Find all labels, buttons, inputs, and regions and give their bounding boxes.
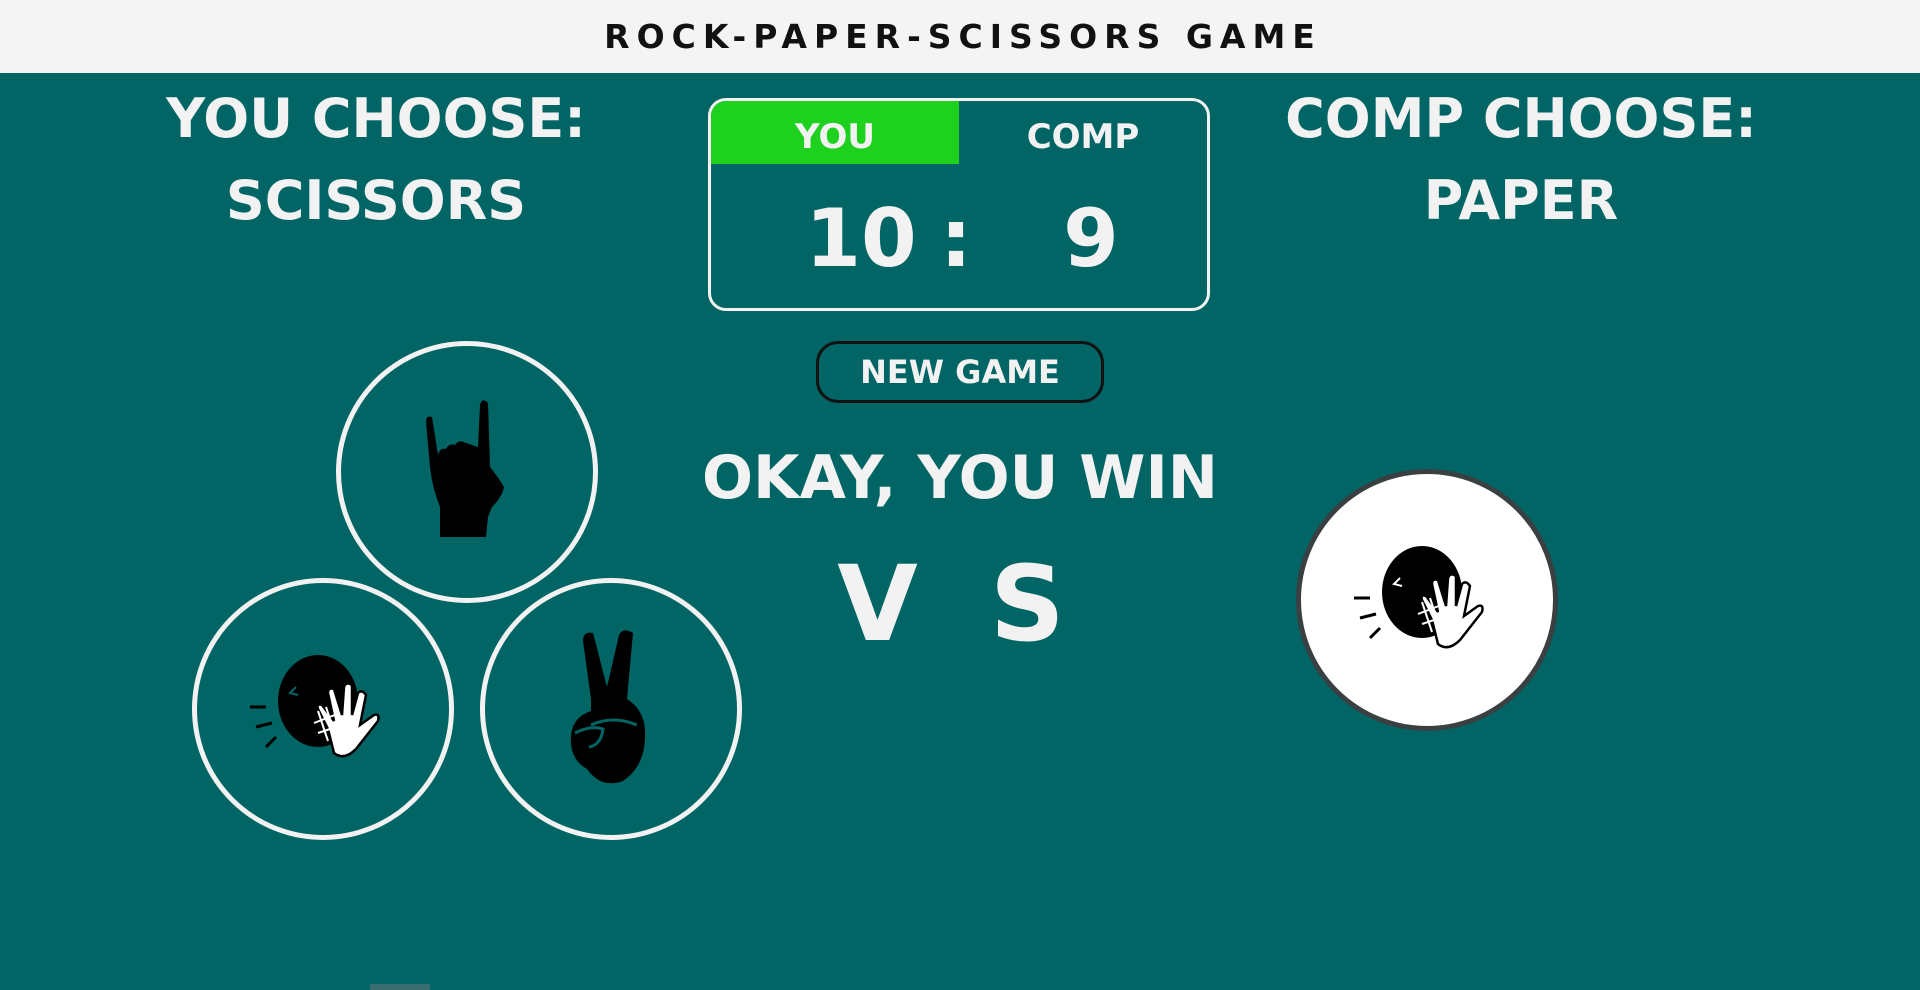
- app-title: ROCK-PAPER-SCISSORS GAME: [604, 17, 1322, 56]
- rock-hand-icon: [426, 400, 504, 537]
- new-game-button[interactable]: NEW GAME: [816, 341, 1104, 403]
- paper-hand-icon: [250, 655, 380, 758]
- result-message: OKAY, YOU WIN: [701, 443, 1219, 513]
- player-choice-label: YOU CHOOSE:: [166, 87, 586, 150]
- score-label-you: YOU: [711, 101, 959, 164]
- player-score: 10: [805, 192, 917, 285]
- scissors-choice-button[interactable]: [480, 578, 742, 840]
- game-stage: YOU CHOOSE: SCISSORS COMP CHOOSE: PAPER …: [0, 73, 1920, 990]
- computer-choice-value: PAPER: [1423, 169, 1619, 232]
- paper-choice-button[interactable]: [192, 578, 454, 840]
- scoreboard: YOU COMP 10 : 9: [708, 98, 1210, 311]
- computer-choice-label: COMP CHOOSE:: [1285, 87, 1757, 150]
- score-label-comp: COMP: [1026, 116, 1140, 157]
- rock-choice-button[interactable]: [336, 341, 598, 603]
- computer-choice-heading: COMP CHOOSE: PAPER: [1261, 78, 1781, 242]
- scissors-hand-icon: [570, 630, 646, 784]
- bottom-scroll-indicator: [370, 984, 430, 990]
- paper-hand-icon: [1354, 546, 1484, 649]
- top-bar: ROCK-PAPER-SCISSORS GAME: [0, 0, 1920, 73]
- player-choice-heading: YOU CHOOSE: SCISSORS: [136, 78, 616, 242]
- score-separator: :: [940, 192, 972, 285]
- score-row: 10 : 9: [711, 194, 1207, 284]
- computer-score: 9: [1063, 192, 1119, 285]
- computer-choice-display: [1296, 469, 1558, 731]
- player-choice-value: SCISSORS: [225, 169, 527, 232]
- vs-label: V S: [837, 543, 1083, 665]
